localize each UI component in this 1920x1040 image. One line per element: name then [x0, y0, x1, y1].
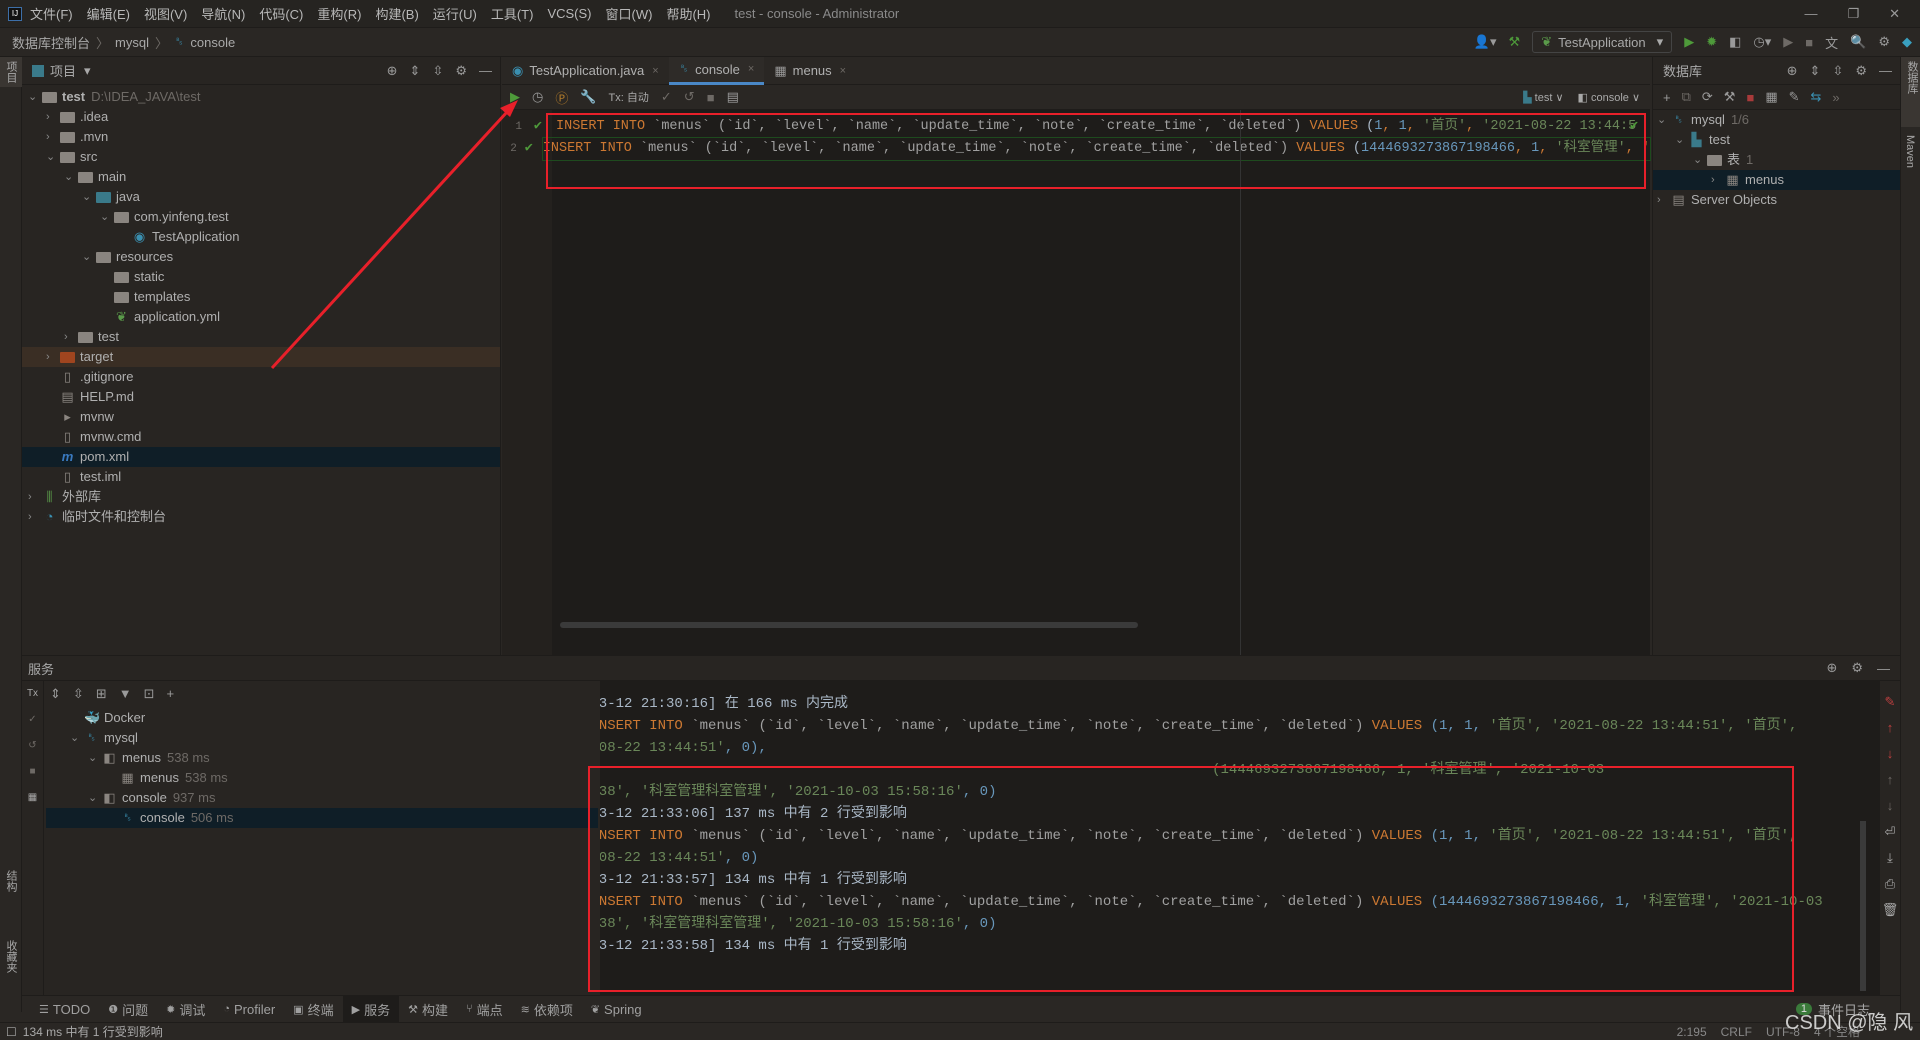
annotation-arrow — [270, 100, 518, 370]
